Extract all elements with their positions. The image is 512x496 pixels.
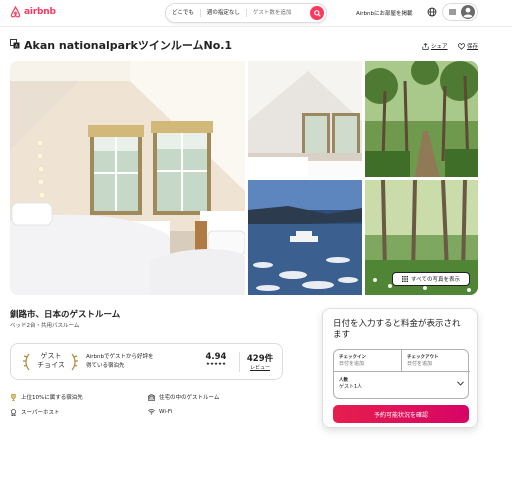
reviews-label: レビュー bbox=[249, 365, 270, 371]
search-guests[interactable]: ゲスト数を追加 bbox=[247, 9, 298, 17]
checkin-value: 日付を追加 bbox=[339, 361, 365, 367]
translate-icon: A bbox=[10, 39, 20, 49]
show-all-photos-button[interactable]: すべての写真を表示 bbox=[392, 272, 470, 286]
feature-wifi: Wi-Fi bbox=[148, 408, 172, 415]
reviews-count: 429件 bbox=[246, 354, 274, 364]
globe-icon[interactable] bbox=[427, 7, 437, 17]
photo-attic-room[interactable] bbox=[248, 61, 362, 177]
checkout-field[interactable]: チェックアウト 日付を追加 bbox=[402, 350, 470, 372]
bed-summary: ベッド2台・共用バスルーム bbox=[10, 323, 80, 329]
chevron-down-icon bbox=[457, 381, 464, 386]
divider bbox=[239, 352, 240, 372]
save-label: 保存 bbox=[467, 44, 479, 50]
rating-stars: ★★★★★ bbox=[205, 362, 227, 367]
search-bar[interactable]: どこでも 週の指定なし ゲスト数を追加 bbox=[165, 3, 327, 23]
page-title: Akan nationalparkツインルームNo.1 bbox=[24, 39, 233, 52]
feature-label: 上位10%に属する宿泊先 bbox=[21, 395, 83, 401]
reviews-link[interactable]: 429件 レビュー bbox=[245, 352, 275, 371]
hamburger-icon bbox=[449, 9, 456, 15]
save-button[interactable]: 保存 bbox=[458, 42, 478, 50]
show-all-photos-label: すべての写真を表示 bbox=[411, 277, 460, 283]
trophy-icon bbox=[11, 393, 16, 401]
share-label: シェア bbox=[431, 44, 448, 50]
booking-title: 日付を入力すると料金が表示されます bbox=[333, 319, 461, 340]
avatar bbox=[461, 5, 475, 19]
room-icon bbox=[148, 393, 155, 401]
date-guest-picker: チェックイン 日付を追加 チェックアウト 日付を追加 人数 ゲスト1人 bbox=[333, 349, 470, 399]
airbnb-logo-icon bbox=[10, 6, 21, 18]
airbnb-logo[interactable]: airbnb bbox=[10, 5, 60, 19]
photo-forest-path[interactable] bbox=[365, 61, 478, 177]
guest-choice-badge-line2: チョイス bbox=[37, 361, 65, 369]
top-nav: airbnb どこでも 週の指定なし ゲスト数を追加 Airbnbにお部屋を掲載 bbox=[0, 0, 512, 27]
feature-room-type: 住宅の中のゲストルーム bbox=[148, 393, 219, 401]
wifi-icon bbox=[148, 409, 155, 415]
photo-main-bedroom[interactable] bbox=[10, 61, 245, 295]
feature-top-10: 上位10%に属する宿泊先 bbox=[10, 393, 83, 401]
feature-superhost: スーパーホスト bbox=[10, 408, 59, 416]
checkin-field[interactable]: チェックイン 日付を追加 bbox=[334, 350, 402, 372]
heart-icon bbox=[458, 42, 465, 50]
checkout-value: 日付を追加 bbox=[407, 361, 433, 367]
grid-icon bbox=[402, 276, 409, 282]
search-button[interactable] bbox=[310, 6, 324, 20]
location-title: 釧路市、日本のゲストルーム bbox=[10, 310, 121, 320]
feature-label: スーパーホスト bbox=[21, 410, 60, 416]
guest-favorite-text-line1: Airbnbでゲストから好評を bbox=[86, 354, 154, 360]
photo-lake-boat[interactable] bbox=[248, 180, 362, 295]
check-availability-button[interactable]: 予約可能状況を確認 bbox=[333, 405, 469, 423]
host-link[interactable]: Airbnbにお部屋を掲載 bbox=[356, 9, 413, 17]
feature-label: 住宅の中のゲストルーム bbox=[159, 395, 220, 401]
rating-value: 4.94 bbox=[205, 352, 227, 362]
medal-icon bbox=[10, 408, 17, 416]
booking-card: 日付を入力すると料金が表示されます チェックイン 日付を追加 チェックアウト 日… bbox=[322, 308, 478, 428]
feature-label: Wi-Fi bbox=[159, 408, 173, 415]
guests-field[interactable]: 人数 ゲスト1人 bbox=[334, 372, 470, 398]
share-button[interactable]: シェア bbox=[422, 42, 448, 50]
logo-text: airbnb bbox=[24, 7, 56, 17]
search-where[interactable]: どこでも bbox=[166, 9, 201, 17]
search-icon bbox=[313, 9, 321, 17]
guests-value: ゲスト1人 bbox=[339, 384, 363, 390]
svg-text:A: A bbox=[15, 43, 18, 48]
guest-favorite-card[interactable]: ゲスト チョイス Airbnbでゲストから好評を 得ている宿泊先 4.94 ★★… bbox=[10, 343, 283, 380]
guest-choice-badge-line1: ゲスト bbox=[40, 352, 62, 360]
search-when[interactable]: 週の指定なし bbox=[201, 9, 247, 17]
share-icon bbox=[422, 42, 429, 50]
user-menu-button[interactable] bbox=[442, 3, 478, 21]
guest-favorite-text-line2: 得ている宿泊先 bbox=[86, 363, 125, 369]
